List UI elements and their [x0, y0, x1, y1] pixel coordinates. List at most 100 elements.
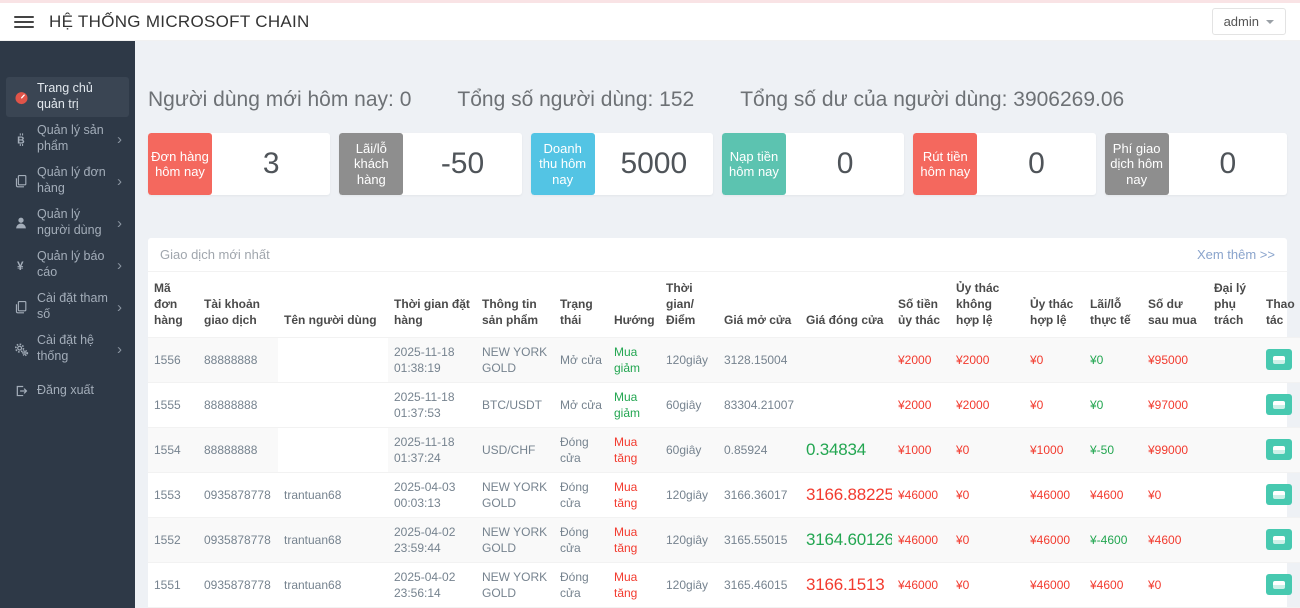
column-header: Hướng — [608, 272, 660, 337]
stat-card-label: Doanh thu hôm nay — [531, 133, 595, 195]
sidebar-item-reports[interactable]: ¥ Quản lý báo cáo › — [6, 245, 129, 285]
cell-balance-after-buy: ¥4600 — [1142, 517, 1208, 562]
cell-close-price: 3166.1513 — [800, 562, 892, 607]
detail-icon — [1273, 401, 1285, 409]
cell-entrust-amount: ¥2000 — [892, 337, 950, 382]
stat-card: Rút tiền hôm nay 0 — [913, 133, 1095, 195]
username-empty-box — [278, 428, 388, 472]
stat-card: Phí giao dịch hôm nay 0 — [1105, 133, 1287, 195]
cell-open-price: 3128.15004 — [718, 337, 800, 382]
table-header-row: Mã đơn hàngTài khoản giao dịchTên người … — [148, 272, 1300, 337]
cell-product: NEW YORK GOLD — [476, 562, 554, 607]
user-menu[interactable]: admin — [1212, 8, 1286, 35]
sidebar-item-users[interactable]: Quản lý người dùng › — [6, 203, 129, 243]
gears-icon — [13, 341, 29, 357]
cell-close-price — [800, 337, 892, 382]
detail-button[interactable] — [1266, 439, 1292, 460]
detail-button[interactable] — [1266, 484, 1292, 505]
cell-account: 0935878778 — [198, 562, 278, 607]
view-more-link[interactable]: Xem thêm >> — [1197, 247, 1275, 262]
cell-agent — [1208, 472, 1260, 517]
cell-username — [278, 382, 388, 427]
users-icon — [13, 215, 29, 231]
cell-valid-entrust: ¥46000 — [1024, 562, 1084, 607]
sidebar-item-orders[interactable]: Quản lý đơn hàng › — [6, 161, 129, 201]
cell-duration: 120giây — [660, 562, 718, 607]
column-header: Thao tác — [1260, 272, 1300, 337]
cell-actual-pnl: ¥0 — [1084, 382, 1142, 427]
cell-order-time: 2025-11-1801:37:53 — [388, 382, 476, 427]
summary-stat: Tổng số dư của người dùng: 3906269.06 — [740, 85, 1124, 115]
sidebar-item-dashboard[interactable]: Trang chủ quản trị — [6, 77, 129, 117]
cell-action — [1260, 382, 1300, 427]
cell-duration: 120giây — [660, 337, 718, 382]
cell-invalid-entrust: ¥0 — [950, 427, 1024, 472]
cell-entrust-amount: ¥46000 — [892, 472, 950, 517]
column-header: Tên người dùng — [278, 272, 388, 337]
cell-status: Đóng cửa — [554, 517, 608, 562]
column-header: Thông tin sản phẩm — [476, 272, 554, 337]
cell-direction: Mua tăng — [608, 427, 660, 472]
summary-stats: Người dùng mới hôm nay: 0Tổng số người d… — [148, 85, 1287, 115]
stat-card: Đơn hàng hôm nay 3 — [148, 133, 330, 195]
sidebar-item-logout[interactable]: Đăng xuất — [6, 371, 129, 411]
username-empty-box — [278, 383, 388, 427]
detail-button[interactable] — [1266, 574, 1292, 595]
sidebar-nav: Trang chủ quản trị B Quản lý sản phẩm › … — [0, 77, 135, 411]
chevron-right-icon: › — [117, 258, 122, 273]
cell-action — [1260, 517, 1300, 562]
cell-valid-entrust: ¥46000 — [1024, 472, 1084, 517]
cell-actual-pnl: ¥4600 — [1084, 562, 1142, 607]
cell-status: Mở cửa — [554, 337, 608, 382]
stat-card-value: 0 — [977, 133, 1095, 195]
cell-order-id: 1552 — [148, 517, 198, 562]
cell-valid-entrust: ¥0 — [1024, 382, 1084, 427]
cell-entrust-amount: ¥46000 — [892, 562, 950, 607]
cell-balance-after-buy: ¥0 — [1142, 562, 1208, 607]
cell-balance-after-buy: ¥95000 — [1142, 337, 1208, 382]
stat-card: Lãi/lỗ khách hàng -50 — [339, 133, 521, 195]
cell-action — [1260, 427, 1300, 472]
sidebar-item-system[interactable]: Cài đặt hệ thống › — [6, 329, 129, 369]
chevron-right-icon: › — [117, 300, 122, 315]
params-icon — [13, 299, 29, 315]
stat-card: Nạp tiền hôm nay 0 — [722, 133, 904, 195]
stat-card: Doanh thu hôm nay 5000 — [531, 133, 713, 195]
bitcoin-icon: B — [13, 131, 29, 147]
column-header: Ủy thác hợp lệ — [1024, 272, 1084, 337]
cell-entrust-amount: ¥46000 — [892, 517, 950, 562]
column-header: Lãi/lỗ thực tế — [1084, 272, 1142, 337]
cell-close-price — [800, 382, 892, 427]
main-content: Người dùng mới hôm nay: 0Tổng số người d… — [135, 41, 1300, 608]
column-header: Giá mở cửa — [718, 272, 800, 337]
sidebar-item-params[interactable]: Cài đặt tham số › — [6, 287, 129, 327]
stat-cards: Đơn hàng hôm nay 3 Lãi/lỗ khách hàng -50… — [148, 133, 1287, 195]
cell-order-time: 2025-11-1801:37:24 — [388, 427, 476, 472]
cell-status: Đóng cửa — [554, 562, 608, 607]
cell-direction: Mua tăng — [608, 562, 660, 607]
cell-actual-pnl: ¥0 — [1084, 337, 1142, 382]
detail-button[interactable] — [1266, 529, 1292, 550]
table-row: 1554888888882025-11-1801:37:24USD/CHFĐón… — [148, 427, 1300, 472]
cell-order-id: 1554 — [148, 427, 198, 472]
menu-toggle-icon[interactable] — [14, 16, 34, 28]
app-title: HỆ THỐNG MICROSOFT CHAIN — [49, 12, 310, 32]
cell-order-id: 1556 — [148, 337, 198, 382]
cell-open-price: 3165.55015 — [718, 517, 800, 562]
stat-card-label: Đơn hàng hôm nay — [148, 133, 212, 195]
detail-icon — [1273, 581, 1285, 589]
detail-button[interactable] — [1266, 394, 1292, 415]
detail-button[interactable] — [1266, 349, 1292, 370]
cell-username — [278, 427, 388, 472]
column-header: Thời gian đặt hàng — [388, 272, 476, 337]
cell-account: 88888888 — [198, 337, 278, 382]
sidebar-item-products[interactable]: B Quản lý sản phẩm › — [6, 119, 129, 159]
cell-account: 88888888 — [198, 382, 278, 427]
table-row: 1555888888882025-11-1801:37:53BTC/USDTMở… — [148, 382, 1300, 427]
svg-text:B: B — [17, 134, 25, 146]
cell-direction: Mua tăng — [608, 472, 660, 517]
cell-order-id: 1553 — [148, 472, 198, 517]
column-header: Giá đóng cửa — [800, 272, 892, 337]
column-header: Tài khoản giao dịch — [198, 272, 278, 337]
cell-invalid-entrust: ¥2000 — [950, 382, 1024, 427]
